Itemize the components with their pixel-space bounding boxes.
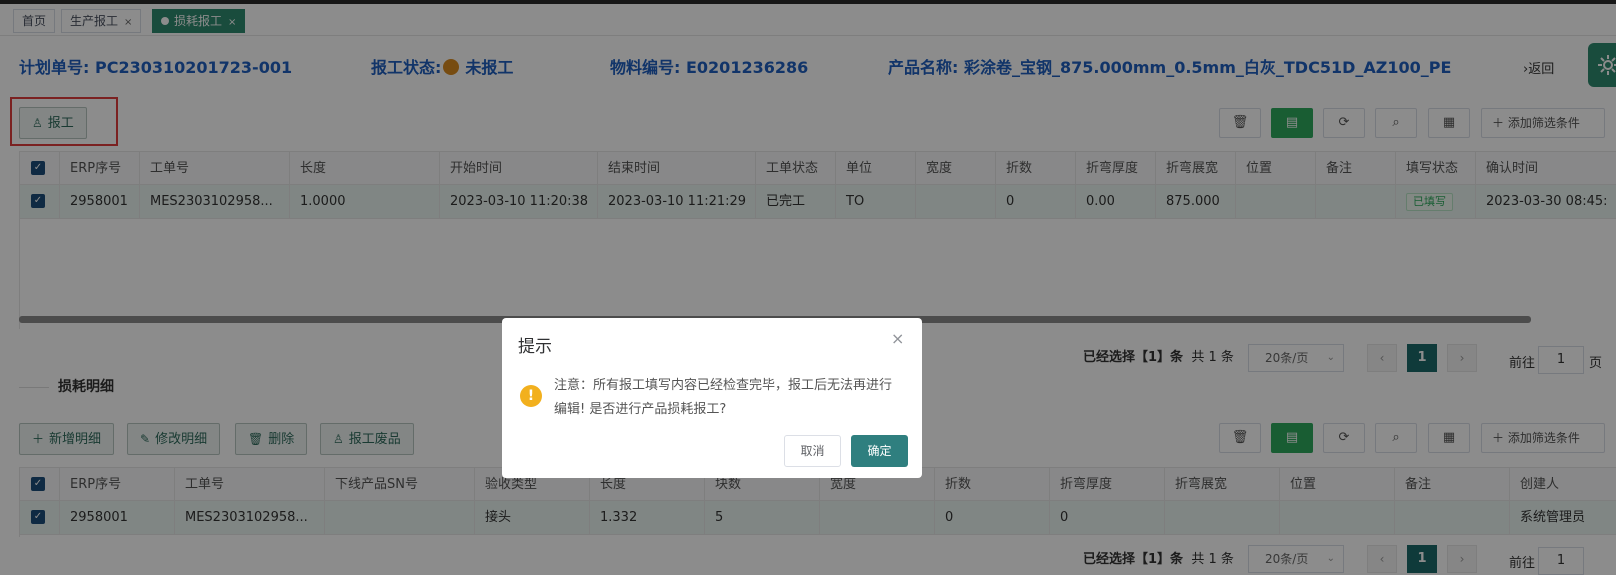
confirm-button[interactable]: 确定	[851, 435, 908, 467]
modal-overlay[interactable]	[0, 0, 1616, 575]
close-icon[interactable]: ×	[891, 329, 904, 348]
dialog-title: 提示	[518, 337, 552, 357]
warning-icon: !	[520, 385, 542, 407]
cancel-button[interactable]: 取消	[784, 435, 841, 467]
dialog-message: 注意：所有报工填写内容已经检查完毕，报工后无法再进行编辑! 是否进行产品损耗报工…	[554, 378, 893, 417]
confirm-dialog: 提示 × ! 注意：所有报工填写内容已经检查完毕，报工后无法再进行编辑! 是否进…	[502, 318, 922, 478]
